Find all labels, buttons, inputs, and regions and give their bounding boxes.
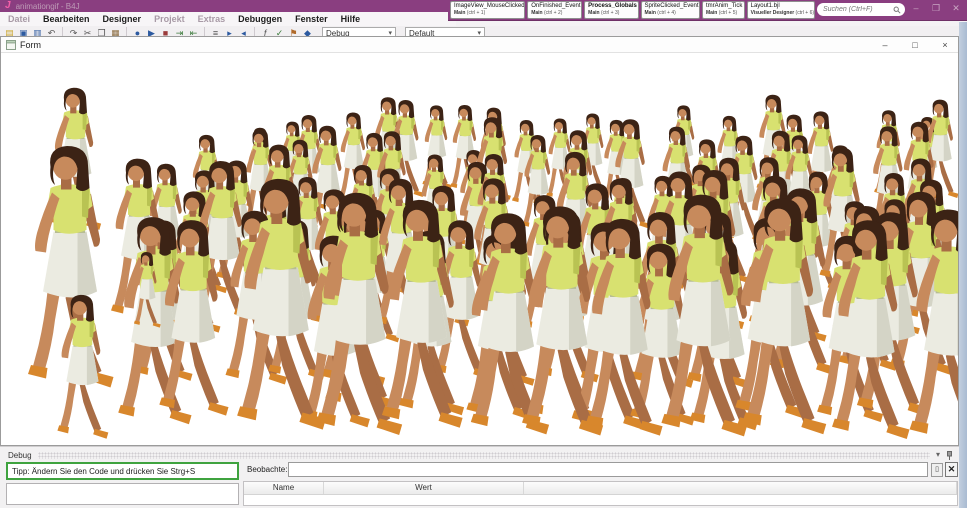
open-file-icon[interactable]: ▣ [18, 27, 29, 36]
pin-icon[interactable] [946, 451, 953, 460]
build-mode-value: Debug [326, 29, 350, 36]
redo-icon[interactable]: ↷ [68, 27, 79, 36]
function-list-icon[interactable]: ƒ [260, 27, 271, 36]
toolbar-separator [254, 27, 255, 36]
tab-subtitle: Main (ctrl + 3) [588, 10, 634, 16]
tab-subtitle: Visueller Designer (ctrl + 6) [751, 10, 811, 16]
menu-item-hilfe[interactable]: Hilfe [341, 14, 361, 24]
menu-item-datei: Datei [8, 14, 30, 24]
tab-title: Layout1.bjl [751, 3, 811, 10]
debug-panel: Debug ▾ Tipp: Ändern Sie den Code und dr… [0, 446, 967, 508]
watch-add-button[interactable]: ▯ [931, 463, 943, 477]
build-mode-dropdown[interactable]: Debug ▾ [322, 27, 396, 36]
close-button[interactable]: ✕ [947, 1, 965, 16]
watch-column-empty [524, 482, 957, 494]
form-window: Form – □ × [0, 36, 959, 446]
tab-title: ImageView_MouseClicked [454, 3, 521, 10]
b4j-logo-icon: J [5, 1, 11, 11]
paste-icon[interactable]: ▦ [110, 27, 121, 36]
step-over-icon[interactable]: ⇥ [174, 27, 185, 36]
panel-header-texture [38, 452, 930, 459]
toolbar-separator [62, 27, 63, 36]
build-config-value: Default [409, 29, 434, 36]
bookmark-icon[interactable]: ⚑ [288, 27, 299, 36]
tab-layout1.bjl[interactable]: Layout1.bjlVisueller Designer (ctrl + 6) [747, 1, 815, 19]
tip-message: Tipp: Ändern Sie den Code und drücken Si… [6, 462, 239, 480]
compile-icon[interactable]: ● [132, 27, 143, 36]
search-input[interactable] [821, 5, 891, 14]
app-window: J animationgif - B4J Datei Bearbeiten Desi… [0, 0, 967, 508]
form-window-title: Form [20, 40, 868, 50]
menu-item-bearbeiten[interactable]: Bearbeiten [43, 14, 90, 24]
menu-item-extras: Extras [198, 14, 226, 24]
indent-icon[interactable]: ▸ [224, 27, 235, 36]
walking-women-crowd [1, 53, 958, 445]
tab-subtitle: Main (ctrl + 4) [645, 10, 696, 16]
outdent-icon[interactable]: ◂ [238, 27, 249, 36]
tab-title: SpriteClicked_Event [645, 3, 696, 10]
copy-icon[interactable]: ❐ [96, 27, 107, 36]
walking-woman-sprite [28, 146, 114, 388]
toolbar-separator [204, 27, 205, 36]
tab-imageview_mouseclicked[interactable]: ImageView_MouseClickedMain (ctrl + 1) [450, 1, 525, 19]
stop-icon[interactable]: ■ [160, 27, 171, 36]
save-all-icon[interactable]: ▥ [32, 27, 43, 36]
search-box[interactable] [817, 3, 905, 16]
tab-tmranim_tick[interactable]: tmrAnim_TickMain (ctrl + 5) [702, 1, 745, 19]
watch-table-header: NameWert [244, 482, 957, 495]
menu-bar: Datei Bearbeiten Designer Projekt Extras Debu… [0, 12, 456, 26]
tab-title: Process_Globals [588, 3, 634, 10]
undo-icon[interactable]: ↶ [46, 27, 57, 36]
quick-tabs-bar: ImageView_MouseClickedMain (ctrl + 1)OnF… [448, 0, 967, 21]
chevron-down-icon: ▾ [477, 29, 481, 36]
form-maximize-button[interactable]: □ [902, 40, 928, 50]
tab-title: tmrAnim_Tick [706, 3, 741, 10]
menu-item-designer[interactable]: Designer [103, 14, 142, 24]
maximize-button[interactable]: ❐ [927, 1, 945, 16]
right-edge-strip [959, 22, 967, 508]
form-minimize-button[interactable]: – [872, 40, 898, 50]
run-icon[interactable]: ▶ [146, 27, 157, 36]
debug-panel-header: Debug ▾ [8, 450, 953, 460]
form-icon [6, 40, 16, 50]
form-title-bar: Form – □ × [1, 37, 958, 53]
watch-label: Beobachte: [247, 465, 287, 474]
toolbar: ▤▣▥↶ ↷✂❐▦ ●▶■⇥⇤ ≡▸◂ ƒ✓⚑◆ Debug ▾ Default ▾ [0, 26, 959, 36]
log-area [6, 483, 239, 505]
tab-title: OnFinished_Event [531, 3, 578, 10]
new-file-icon[interactable]: ▤ [4, 27, 15, 36]
tab-strip: ImageView_MouseClickedMain (ctrl + 1)OnF… [450, 1, 815, 19]
tab-spriteclicked_event[interactable]: SpriteClicked_EventMain (ctrl + 4) [641, 1, 700, 19]
build-config-dropdown[interactable]: Default ▾ [405, 27, 485, 36]
sprite-image-view[interactable] [1, 53, 958, 445]
tab-subtitle: Main (ctrl + 2) [531, 10, 578, 16]
watch-input[interactable] [288, 462, 928, 477]
menu-item-fenster[interactable]: Fenster [295, 14, 328, 24]
debug-panel-title: Debug [8, 451, 32, 460]
cut-icon[interactable]: ✂ [82, 27, 93, 36]
search-icon [893, 6, 901, 14]
form-close-button[interactable]: × [932, 40, 958, 50]
watch-column-wert[interactable]: Wert [324, 482, 524, 494]
panel-collapse-icon[interactable]: ▾ [936, 451, 940, 459]
window-title: animationgif - B4J [16, 2, 80, 11]
watch-table: NameWert [243, 481, 958, 506]
watch-column-name[interactable]: Name [244, 482, 324, 494]
tab-subtitle: Main (ctrl + 5) [706, 10, 741, 16]
toolbar-separator [126, 27, 127, 36]
minimize-button[interactable]: – [907, 1, 925, 16]
tab-subtitle: Main (ctrl + 1) [454, 10, 521, 16]
tab-process_globals[interactable]: Process_GlobalsMain (ctrl + 3) [584, 1, 638, 19]
step-into-icon[interactable]: ⇤ [188, 27, 199, 36]
menu-item-projekt: Projekt [154, 14, 185, 24]
walking-woman-sprite [57, 295, 108, 439]
menu-item-debuggen[interactable]: Debuggen [238, 14, 282, 24]
modules-icon[interactable]: ◆ [302, 27, 313, 36]
toggle-comment-icon[interactable]: ≡ [210, 27, 221, 36]
tab-onfinished_event[interactable]: OnFinished_EventMain (ctrl + 2) [527, 1, 582, 19]
check-icon[interactable]: ✓ [274, 27, 285, 36]
watch-close-button[interactable]: ✕ [945, 462, 958, 477]
chevron-down-icon: ▾ [388, 29, 392, 36]
